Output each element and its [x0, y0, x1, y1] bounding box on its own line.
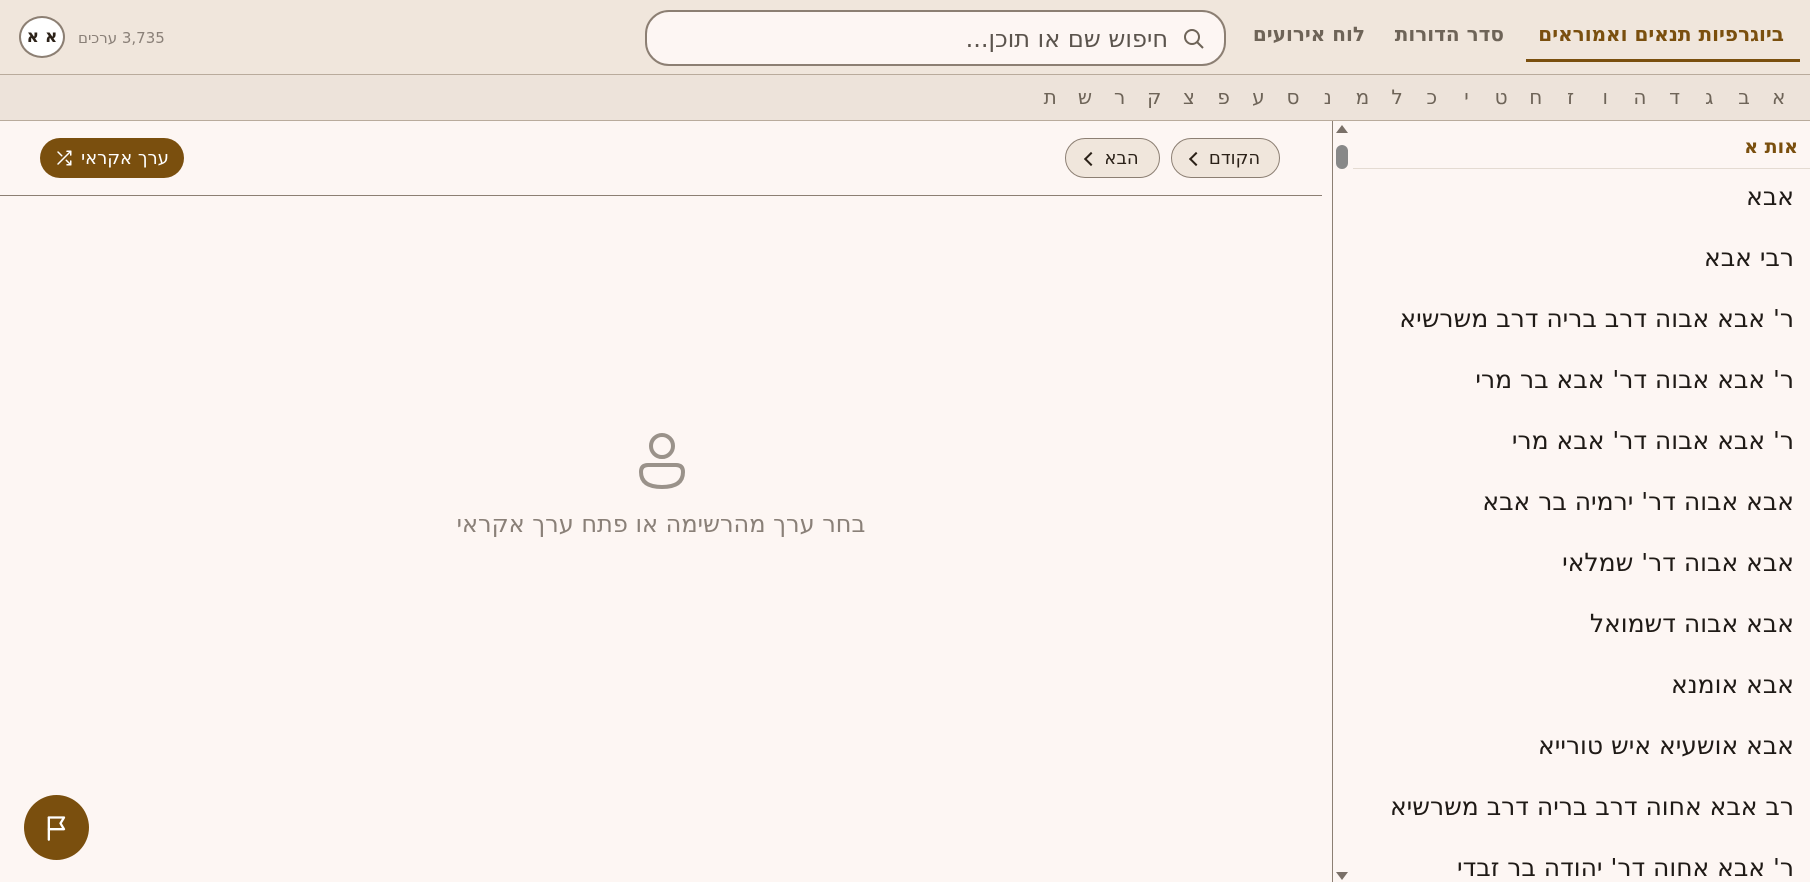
list-item[interactable]: ר' אבא אבוה דר' אבא מרי	[1354, 427, 1794, 488]
alphabet-letter[interactable]: ר	[1102, 85, 1137, 109]
alphabet-letter[interactable]: כ	[1414, 85, 1449, 109]
alphabet-letter[interactable]: א	[1761, 85, 1796, 109]
shuffle-icon	[57, 150, 72, 166]
alphabet-letter[interactable]: ה	[1623, 85, 1658, 109]
alphabet-letter[interactable]: ע	[1241, 85, 1276, 109]
list-item[interactable]: ר' אבא אבוה דרב בריה דרב משרשיא	[1354, 305, 1794, 366]
alphabet-letter[interactable]: ו	[1588, 85, 1623, 109]
random-entry-button[interactable]: ערך אקראי	[40, 138, 184, 178]
list-item[interactable]: אבא אבוה דר' שמלאי	[1354, 549, 1794, 610]
list-item[interactable]: ר' אבא אבוה דר' אבא בר מרי	[1354, 366, 1794, 427]
previous-button[interactable]: הקודם	[1171, 138, 1280, 178]
alphabet-letter[interactable]: ג	[1692, 85, 1727, 109]
list-item[interactable]: אבא אבוה דר' ירמיה בר אבא	[1354, 488, 1794, 549]
top-header: ביוגרפיות תנאים ואמוראים סדר הדורות לוח …	[0, 0, 1810, 75]
search-input[interactable]: חיפוש שם או תוכן...	[645, 10, 1226, 66]
flag-icon	[47, 815, 65, 841]
alphabet-letter[interactable]: מ	[1345, 85, 1380, 109]
tab-order-of-generations[interactable]: סדר הדורות	[1395, 22, 1504, 62]
chevron-left-icon	[1084, 151, 1099, 166]
chevron-left-icon	[1188, 151, 1203, 166]
list-item[interactable]: אבא	[1354, 183, 1794, 244]
alphabet-letter[interactable]: י	[1449, 85, 1484, 109]
list-item[interactable]: רבי אבא	[1354, 244, 1794, 305]
next-label: הבא	[1104, 147, 1139, 169]
alphabet-letter[interactable]: ז	[1553, 85, 1588, 109]
empty-state-message: בחר ערך מהרשימה או פתח ערך אקראי	[456, 510, 866, 538]
list-item[interactable]: אבא אבוה דשמואל	[1354, 610, 1794, 671]
alphabet-letter[interactable]: ת	[1033, 85, 1068, 109]
list-item[interactable]: ר' אבא אחוה דר' יהודה בר זבדי	[1354, 854, 1794, 882]
list-item[interactable]: אבא אומנא	[1354, 671, 1794, 732]
toolbar-divider	[0, 195, 1322, 196]
tab-biographies[interactable]: ביוגרפיות תנאים ואמוראים	[1526, 22, 1800, 62]
letter-divider	[1353, 168, 1810, 169]
previous-label: הקודם	[1208, 147, 1261, 169]
search-icon	[1184, 29, 1204, 49]
scroll-thumb[interactable]	[1336, 145, 1348, 169]
alphabet-letter[interactable]: פ	[1206, 85, 1241, 109]
list-item[interactable]: רב אבא אחוה דרב בריה דרב משרשיא	[1354, 793, 1794, 854]
entry-count: 3,735 ערכים	[78, 29, 165, 47]
search-placeholder: חיפוש שם או תוכן...	[965, 25, 1168, 53]
tab-events-timeline[interactable]: לוח אירועים	[1253, 22, 1365, 62]
alphabet-letter[interactable]: ב	[1727, 85, 1762, 109]
entries-list: אבא רבי אבא ר' אבא אבוה דרב בריה דרב משרשי…	[1354, 183, 1794, 882]
alphabet-letter[interactable]: נ	[1310, 85, 1345, 109]
alphabet-letter[interactable]: צ	[1172, 85, 1207, 109]
list-item[interactable]: אבא אושעיא איש טורייא	[1354, 732, 1794, 793]
sidebar-scrollbar[interactable]	[1333, 121, 1351, 882]
letter-heading: אות א	[1744, 136, 1798, 158]
entries-sidebar: אות א אבא רבי אבא ר' אבא אבוה דרב בריה דרב…	[1332, 121, 1810, 882]
next-button[interactable]: הבא	[1065, 138, 1160, 178]
scroll-down-arrow-icon[interactable]	[1336, 872, 1348, 880]
alphabet-letter[interactable]: ל	[1380, 85, 1415, 109]
alphabet-bar: אבגדהוזחטיכלמנסעפצקרשת	[0, 75, 1810, 121]
alphabet-letter[interactable]: ח	[1519, 85, 1554, 109]
person-icon	[638, 433, 686, 490]
font-toggle-button[interactable]: א א	[19, 16, 65, 58]
alphabet-letter[interactable]: ק	[1137, 85, 1172, 109]
alphabet-letter[interactable]: ד	[1657, 85, 1692, 109]
report-button[interactable]	[24, 795, 89, 860]
scroll-up-arrow-icon[interactable]	[1336, 125, 1348, 133]
alphabet-letter[interactable]: ט	[1484, 85, 1519, 109]
alphabet-letter[interactable]: ש	[1068, 85, 1103, 109]
alphabet-list: אבגדהוזחטיכלמנסעפצקרשת	[1033, 85, 1796, 109]
alphabet-letter[interactable]: ס	[1276, 85, 1311, 109]
random-label: ערך אקראי	[81, 147, 169, 169]
